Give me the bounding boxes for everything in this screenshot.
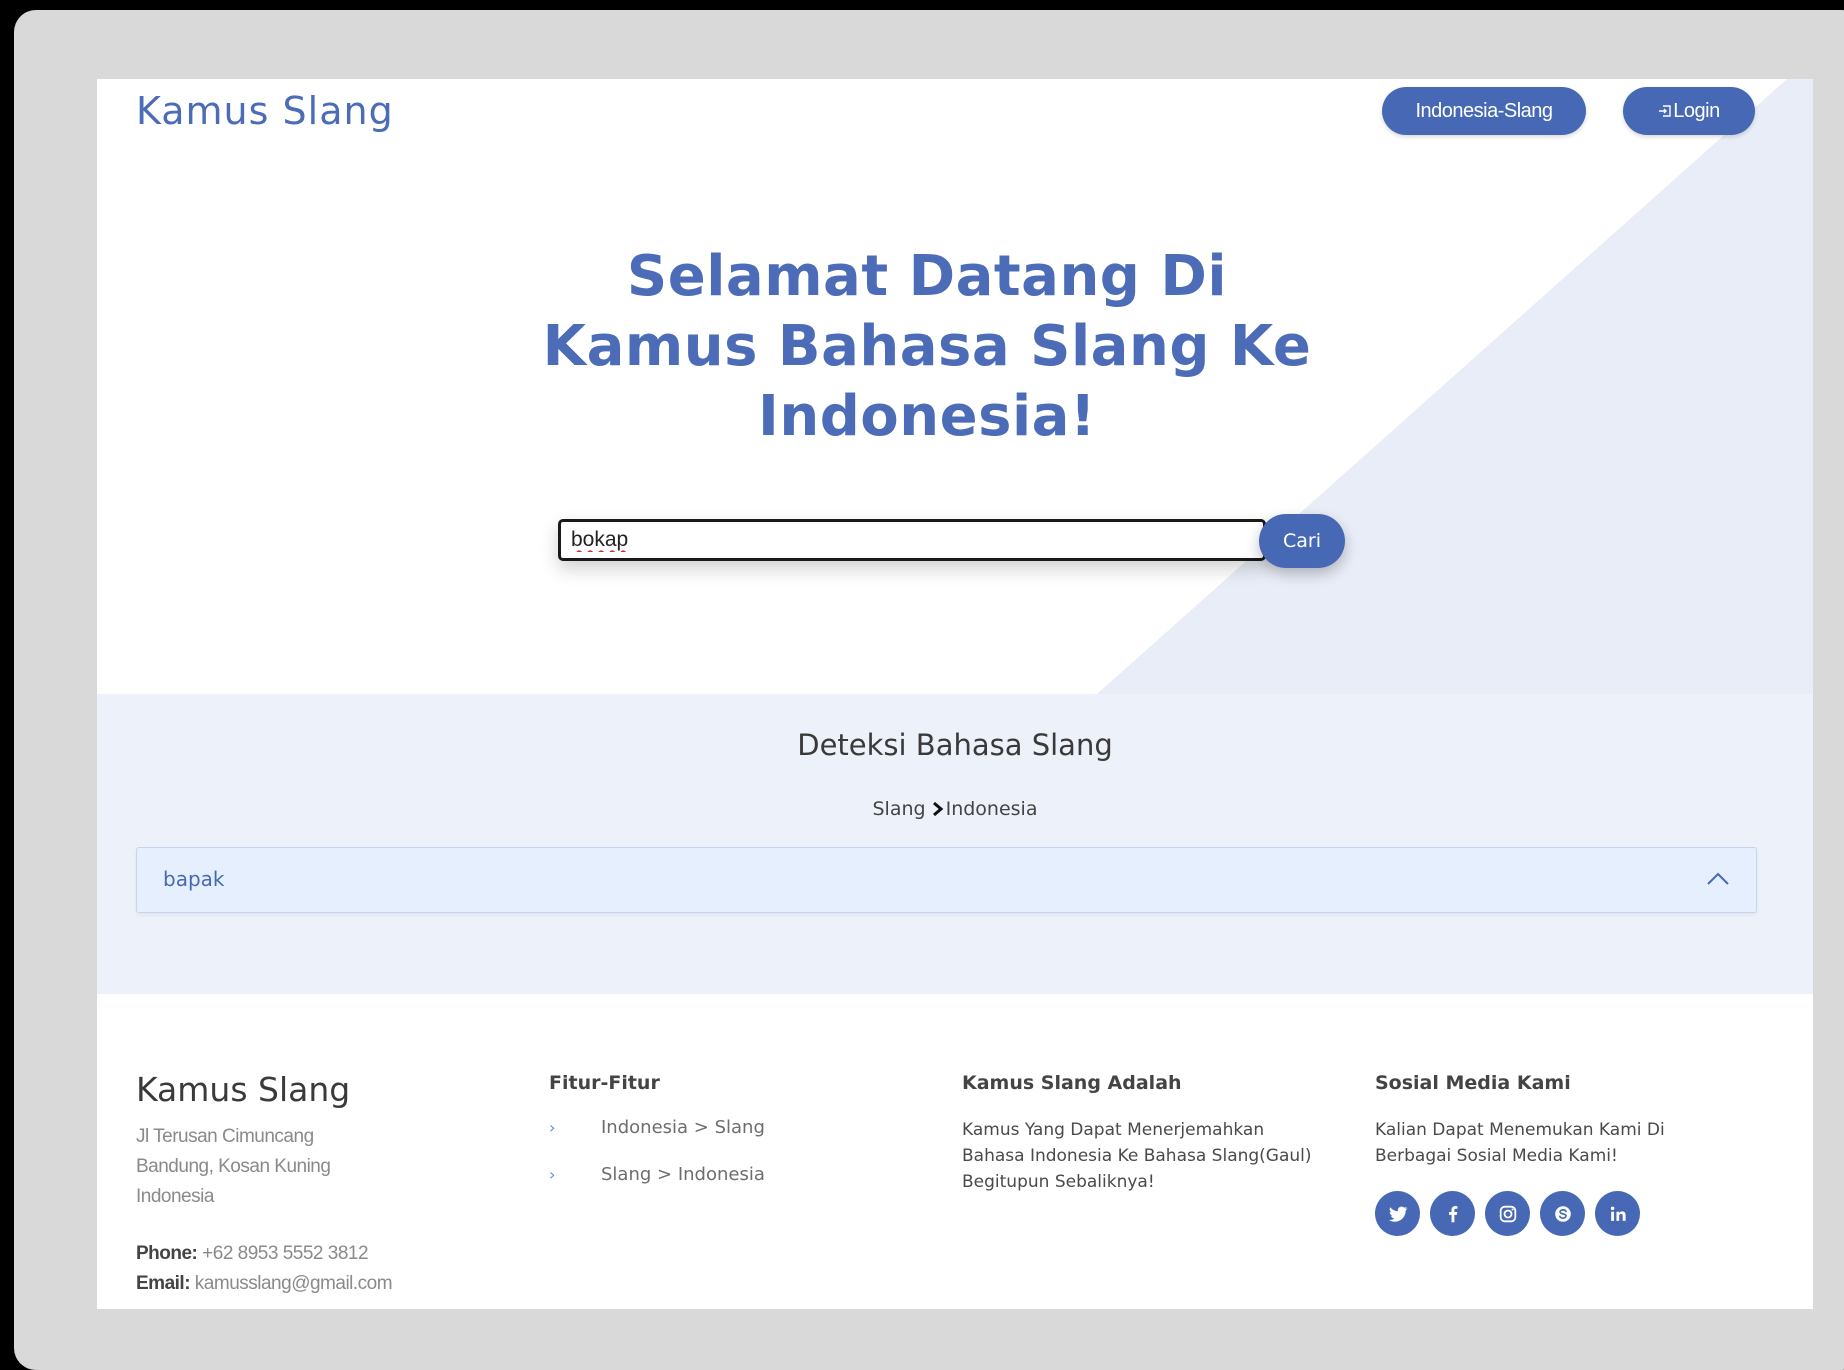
nav-indonesia-slang-button[interactable]: Indonesia-Slang: [1382, 87, 1586, 135]
login-icon: [1659, 105, 1671, 117]
address-line-1: Jl Terusan Cimuncang: [136, 1126, 314, 1147]
breadcrumb-from: Slang: [872, 798, 926, 820]
about-title: Kamus Slang Adalah: [962, 1072, 1182, 1094]
hero-title: Selamat Datang Di Kamus Bahasa Slang Ke …: [527, 242, 1327, 452]
phone-value: +62 8953 5552 3812: [197, 1243, 369, 1264]
search-input[interactable]: [558, 519, 1266, 561]
breadcrumb-to: Indonesia: [945, 798, 1038, 820]
footer-link-slang-indonesia[interactable]: › Slang > Indonesia: [549, 1159, 765, 1189]
features-title: Fitur-Fitur: [549, 1072, 660, 1094]
twitter-icon[interactable]: [1375, 1191, 1420, 1236]
hero-section: Kamus Slang Indonesia-Slang Login Selama…: [97, 79, 1813, 694]
chevron-right-icon: ›: [549, 1164, 556, 1184]
screen-frame: Kamus Slang Indonesia-Slang Login Selama…: [14, 10, 1844, 1370]
nav-indonesia-slang-label: Indonesia-Slang: [1415, 99, 1553, 122]
chevron-up-icon[interactable]: [1706, 871, 1730, 887]
phone-label: Phone:: [136, 1243, 198, 1264]
hero-title-line-2: Kamus Bahasa Slang Ke: [542, 314, 1312, 379]
web-page: Kamus Slang Indonesia-Slang Login Selama…: [97, 79, 1813, 1309]
detect-title: Deteksi Bahasa Slang: [797, 728, 1113, 762]
social-text: Kalian Dapat Menemukan Kami Di Berbagai …: [1375, 1120, 1665, 1166]
about-text: Kamus Yang Dapat Menerjemahkan Bahasa In…: [962, 1120, 1312, 1192]
social-title: Sosial Media Kami: [1375, 1072, 1571, 1094]
chevron-right-icon: ›: [549, 1117, 556, 1137]
phone-row: Phone: +62 8953 5552 3812: [136, 1239, 456, 1269]
footer-link-label: Slang > Indonesia: [601, 1163, 765, 1185]
email-value[interactable]: kamusslang@gmail.com: [190, 1273, 393, 1294]
facebook-icon[interactable]: [1430, 1191, 1475, 1236]
address-line-3: Indonesia: [136, 1186, 214, 1207]
result-accordion[interactable]: bapak: [136, 847, 1757, 913]
email-label: Email:: [136, 1273, 191, 1294]
hero-title-line-3: Indonesia!: [758, 384, 1096, 449]
login-button[interactable]: Login: [1623, 87, 1755, 135]
footer-link-label: Indonesia > Slang: [601, 1116, 765, 1138]
footer-address: Jl Terusan Cimuncang Bandung, Kosan Kuni…: [136, 1122, 396, 1212]
instagram-icon[interactable]: [1485, 1191, 1530, 1236]
footer-brand: Kamus Slang: [136, 1070, 351, 1109]
footer-contact: Phone: +62 8953 5552 3812 Email: kamussl…: [136, 1239, 456, 1299]
breadcrumb: Slang Indonesia: [97, 798, 1813, 820]
footer: Kamus Slang Jl Terusan Cimuncang Bandung…: [97, 994, 1813, 1309]
address-line-2: Bandung, Kosan Kuning: [136, 1156, 331, 1177]
detect-section: Deteksi Bahasa Slang Slang Indonesia bap…: [97, 694, 1813, 994]
brand-logo[interactable]: Kamus Slang: [136, 89, 394, 133]
hero-title-line-1: Selamat Datang Di: [626, 244, 1228, 309]
footer-link-indonesia-slang[interactable]: › Indonesia > Slang: [549, 1112, 765, 1142]
result-text: bapak: [163, 867, 225, 891]
login-label: Login: [1673, 99, 1720, 122]
search-button[interactable]: Cari: [1259, 514, 1345, 568]
search-button-label: Cari: [1283, 530, 1321, 552]
linkedin-icon[interactable]: [1595, 1191, 1640, 1236]
email-row: Email: kamusslang@gmail.com: [136, 1269, 456, 1299]
chevron-right-icon: [932, 801, 943, 817]
skype-icon[interactable]: [1540, 1191, 1585, 1236]
social-icons: [1375, 1191, 1650, 1236]
